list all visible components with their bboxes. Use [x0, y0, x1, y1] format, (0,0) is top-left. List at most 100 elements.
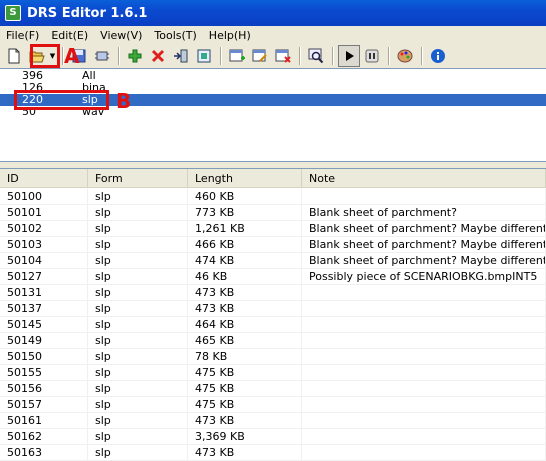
- annotation-box-b: [14, 90, 109, 110]
- add-button[interactable]: [124, 45, 146, 67]
- table-row[interactable]: 50103 slp 466 KB Blank sheet of parchment? …: [0, 237, 546, 253]
- search-icon: [308, 48, 324, 64]
- table-row[interactable]: 50161 slp 473 KB: [0, 413, 546, 429]
- cell-note: [302, 365, 546, 381]
- toolbar-separator: [299, 47, 301, 65]
- table-body: 50100 slp 460 KB 50101 slp 773 KB Blank sheet …: [0, 189, 546, 461]
- play-icon: [346, 51, 354, 61]
- export-button[interactable]: [193, 45, 215, 67]
- palette-button[interactable]: [394, 45, 416, 67]
- cell-length: 466 KB: [188, 237, 302, 253]
- cell-length: 475 KB: [188, 365, 302, 381]
- cell-form: slp: [88, 221, 188, 237]
- cell-id: 50161: [0, 413, 88, 429]
- new-file-button[interactable]: [3, 45, 25, 67]
- table-row[interactable]: 50149 slp 465 KB: [0, 333, 546, 349]
- cell-note: [302, 285, 546, 301]
- cell-id: 50157: [0, 397, 88, 413]
- cell-id: 50163: [0, 445, 88, 461]
- pause-button[interactable]: [361, 45, 383, 67]
- table-row[interactable]: 50137 slp 473 KB: [0, 301, 546, 317]
- table-row[interactable]: 50131 slp 473 KB: [0, 285, 546, 301]
- cell-id: 50150: [0, 349, 88, 365]
- table-row[interactable]: 50157 slp 475 KB: [0, 397, 546, 413]
- play-button[interactable]: [338, 45, 360, 67]
- menu-edit[interactable]: Edit(E): [45, 29, 94, 42]
- table-row[interactable]: 50100 slp 460 KB: [0, 189, 546, 205]
- toolbar-separator: [118, 47, 120, 65]
- cell-form: slp: [88, 349, 188, 365]
- cell-id: 50137: [0, 301, 88, 317]
- info-button[interactable]: [427, 45, 449, 67]
- toolbar-separator: [220, 47, 222, 65]
- table-row[interactable]: 50156 slp 475 KB: [0, 381, 546, 397]
- cell-form: slp: [88, 269, 188, 285]
- cell-id: 50156: [0, 381, 88, 397]
- table-edit-icon: [252, 49, 267, 62]
- cell-length: 475 KB: [188, 381, 302, 397]
- cell-note: [302, 317, 546, 333]
- file-table: ID Form Length Note 50100 slp 460 KB 50101 s…: [0, 168, 546, 461]
- annotation-label-a: A: [64, 44, 80, 68]
- cell-length: 773 KB: [188, 205, 302, 221]
- cell-id: 50103: [0, 237, 88, 253]
- table-row[interactable]: 50163 slp 473 KB: [0, 445, 546, 461]
- column-header-length[interactable]: Length: [188, 169, 302, 188]
- menu-bar: File(F) Edit(E) View(V) Tools(T) Help(H): [0, 26, 546, 44]
- file-type-list[interactable]: 396 All 126 bina 220 slp 50 wav: [0, 68, 546, 162]
- cell-length: 464 KB: [188, 317, 302, 333]
- table-row[interactable]: 50162 slp 3,369 KB: [0, 429, 546, 445]
- table-row[interactable]: 50102 slp 1,261 KB Blank sheet of parchment…: [0, 221, 546, 237]
- cell-form: slp: [88, 445, 188, 461]
- column-header-id[interactable]: ID: [0, 169, 88, 188]
- cell-note: [302, 429, 546, 445]
- table-row[interactable]: 50145 slp 464 KB: [0, 317, 546, 333]
- cell-length: 465 KB: [188, 333, 302, 349]
- cell-id: 50101: [0, 205, 88, 221]
- cell-note: [302, 397, 546, 413]
- toolbar-separator: [332, 47, 334, 65]
- cell-length: 473 KB: [188, 445, 302, 461]
- menu-tools[interactable]: Tools(T): [148, 29, 202, 42]
- export-window-icon: [197, 49, 211, 63]
- cell-form: slp: [88, 429, 188, 445]
- remove-entry-button[interactable]: [272, 45, 294, 67]
- window-title: DRS Editor 1.6.1: [27, 5, 148, 21]
- table-row[interactable]: 50150 slp 78 KB: [0, 349, 546, 365]
- cell-id: 50131: [0, 285, 88, 301]
- new-file-icon: [8, 48, 20, 64]
- column-header-note[interactable]: Note: [302, 169, 546, 188]
- cell-note: [302, 413, 546, 429]
- move-button[interactable]: [170, 45, 192, 67]
- menu-help[interactable]: Help(H): [203, 29, 257, 42]
- cell-form: slp: [88, 365, 188, 381]
- table-row[interactable]: 50127 slp 46 KB Possibly piece of SCENARIOB…: [0, 269, 546, 285]
- table-row[interactable]: 50101 slp 773 KB Blank sheet of parchment?: [0, 205, 546, 221]
- table-delete-icon: [275, 49, 291, 63]
- toolbar-separator: [421, 47, 423, 65]
- cell-form: slp: [88, 413, 188, 429]
- menu-view[interactable]: View(V): [94, 29, 148, 42]
- cell-form: slp: [88, 333, 188, 349]
- table-row[interactable]: 50155 slp 475 KB: [0, 365, 546, 381]
- cell-id: 50162: [0, 429, 88, 445]
- cell-note: [302, 381, 546, 397]
- table-add-icon: [229, 49, 245, 62]
- cell-length: 474 KB: [188, 253, 302, 269]
- pause-icon: [365, 49, 379, 63]
- delete-button[interactable]: [147, 45, 169, 67]
- toolbar-separator: [388, 47, 390, 65]
- add-entry-button[interactable]: [226, 45, 248, 67]
- cell-note: Possibly piece of SCENARIOBKG.bmpINT5: [302, 269, 546, 285]
- column-header-form[interactable]: Form: [88, 169, 188, 188]
- table-row[interactable]: 50104 slp 474 KB Blank sheet of parchment? …: [0, 253, 546, 269]
- toolbar: ▼: [0, 44, 546, 68]
- palette-icon: [397, 49, 413, 63]
- cell-form: slp: [88, 301, 188, 317]
- properties-button[interactable]: [91, 45, 113, 67]
- cell-length: 3,369 KB: [188, 429, 302, 445]
- search-button[interactable]: [305, 45, 327, 67]
- cell-id: 50104: [0, 253, 88, 269]
- edit-entry-button[interactable]: [249, 45, 271, 67]
- menu-file[interactable]: File(F): [0, 29, 45, 42]
